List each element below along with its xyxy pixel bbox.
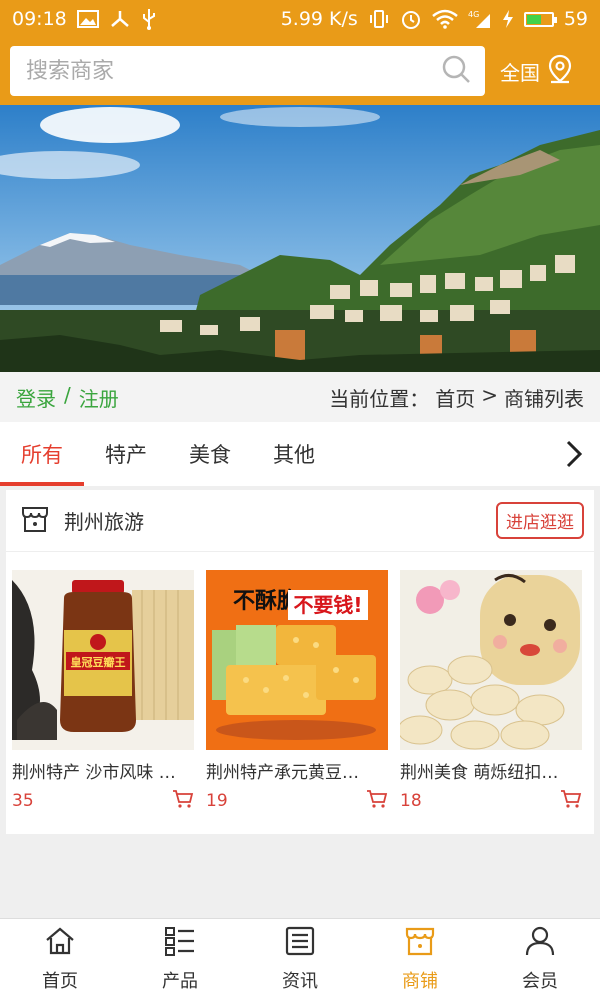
nav-home[interactable]: 首页: [0, 919, 120, 1000]
shop-card: 荆州旅游 进店逛逛 皇冠豆瓣王 荆州特产 沙市风味 … 35 不酥脆 不要钱! …: [6, 490, 594, 834]
wifi-icon: [432, 9, 458, 29]
tab-other[interactable]: 其他: [252, 422, 336, 486]
battery-level: [526, 14, 541, 24]
vibrate-icon: [368, 9, 390, 29]
region-label: 全国: [500, 60, 540, 85]
product-list: 皇冠豆瓣王 荆州特产 沙市风味 … 35 不酥脆 不要钱! 荆州特产承元黄豆… …: [6, 552, 594, 813]
register-link[interactable]: 注册: [79, 383, 119, 412]
cart-icon[interactable]: [172, 789, 194, 813]
nav-shops[interactable]: 商铺: [360, 919, 480, 1000]
product-price: 18: [400, 791, 422, 811]
battery-percent: 59: [563, 8, 588, 30]
tab-food[interactable]: 美食: [168, 422, 252, 486]
breadcrumb-separator: >: [481, 382, 498, 407]
breadcrumb-label: 当前位置：: [329, 386, 430, 411]
store-icon: [20, 504, 50, 538]
bottom-nav: 首页 产品 资讯 商铺 会员: [0, 918, 600, 1000]
shop-name[interactable]: 荆州旅游: [64, 506, 496, 535]
product-item[interactable]: 不酥脆 不要钱! 荆州特产承元黄豆… 19: [206, 570, 388, 813]
nav-products-label: 产品: [162, 971, 198, 992]
login-register: 登录 / 注册: [16, 383, 119, 412]
product-item[interactable]: 皇冠豆瓣王 荆州特产 沙市风味 … 35: [12, 570, 194, 813]
signal-icon: 4G: [468, 9, 492, 29]
chevron-right-icon[interactable]: [558, 438, 588, 470]
product-image[interactable]: 不酥脆 不要钱!: [206, 570, 388, 750]
status-bar: 09:18 5.99 K/s 4G 59: [0, 0, 600, 38]
login-separator: /: [64, 382, 71, 407]
list-icon: [164, 926, 196, 961]
product-name[interactable]: 荆州特产 沙市风味 …: [12, 758, 194, 783]
nav-products[interactable]: 产品: [120, 919, 240, 1000]
usb-debug-icon: [109, 9, 131, 29]
product-label-text: 皇冠豆瓣王: [71, 655, 126, 669]
region-selector[interactable]: 全国: [500, 52, 574, 90]
search-input[interactable]: [26, 58, 441, 84]
breadcrumb-home[interactable]: 首页: [435, 383, 475, 412]
product-name[interactable]: 荆州特产承元黄豆…: [206, 758, 388, 783]
tab-all[interactable]: 所有: [0, 422, 84, 486]
nav-news[interactable]: 资讯: [240, 919, 360, 1000]
nav-member-label: 会员: [522, 971, 558, 992]
location-pin-icon: [546, 54, 574, 89]
product-image[interactable]: [400, 570, 582, 750]
product-price: 35: [12, 791, 34, 811]
info-row: 登录 / 注册 当前位置： 首页 > 商铺列表: [0, 372, 600, 422]
tab-specialty[interactable]: 特产: [84, 422, 168, 486]
breadcrumb-current: 商铺列表: [504, 386, 584, 411]
cart-icon[interactable]: [366, 789, 388, 813]
charging-icon: [502, 9, 514, 29]
search-box[interactable]: [10, 46, 485, 96]
banner-image[interactable]: [0, 105, 600, 372]
cart-icon[interactable]: [560, 789, 582, 813]
image-icon: [76, 10, 99, 28]
usb-icon: [141, 8, 157, 30]
home-icon: [44, 926, 76, 961]
search-icon[interactable]: [441, 54, 471, 88]
network-speed: 5.99 K/s: [280, 8, 358, 30]
nav-shops-label: 商铺: [402, 971, 438, 992]
shop-icon: [404, 926, 436, 961]
product-banner-text-2: 不要钱!: [293, 593, 362, 617]
alarm-icon: [400, 8, 422, 30]
status-time: 09:18: [12, 8, 67, 30]
battery-icon: [523, 11, 557, 27]
news-icon: [284, 926, 316, 961]
product-image[interactable]: 皇冠豆瓣王: [12, 570, 194, 750]
nav-home-label: 首页: [42, 971, 78, 992]
enter-shop-button[interactable]: 进店逛逛: [496, 502, 584, 539]
user-icon: [524, 926, 556, 961]
network-type: 4G: [468, 10, 479, 19]
nav-member[interactable]: 会员: [480, 919, 600, 1000]
product-item[interactable]: 荆州美食 萌烁纽扣… 18: [400, 570, 582, 813]
search-header: 全国: [0, 38, 600, 105]
category-tabs: 所有 特产 美食 其他: [0, 422, 600, 486]
banner-landscape: [0, 105, 600, 372]
product-name[interactable]: 荆州美食 萌烁纽扣…: [400, 758, 582, 783]
breadcrumb: 当前位置： 首页 > 商铺列表: [329, 383, 584, 412]
login-link[interactable]: 登录: [16, 383, 56, 412]
product-price: 19: [206, 791, 228, 811]
nav-news-label: 资讯: [282, 971, 318, 992]
shop-header: 荆州旅游 进店逛逛: [6, 490, 594, 552]
